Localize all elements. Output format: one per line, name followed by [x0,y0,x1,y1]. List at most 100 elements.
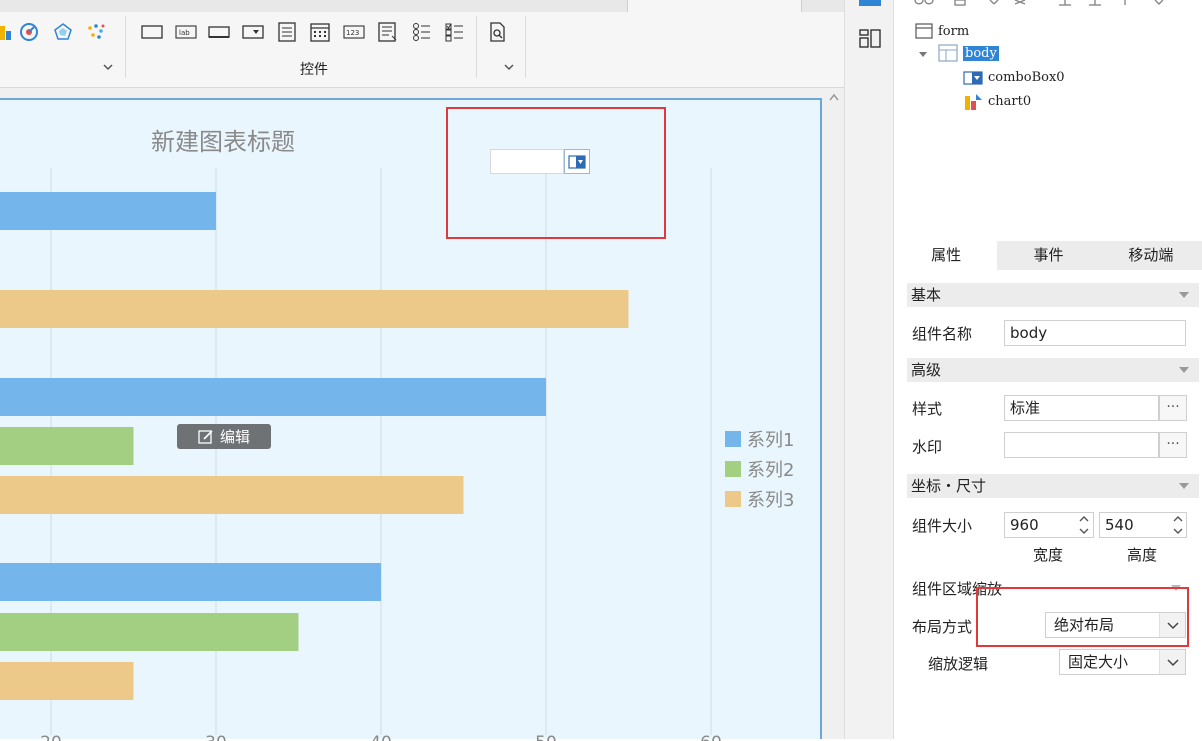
widget-toolbar: lab 123 控件 [0,0,844,88]
size-label: 组件大小 [912,517,973,535]
chevron-down-icon [1179,483,1189,489]
widget-tree-panel: form body comboBox0 chart0 [895,0,1202,241]
chart-group-expand-icon[interactable] [101,60,115,74]
scroll-up-icon[interactable] [828,92,840,102]
x-tick-label: 30 [205,733,227,741]
form-icon [915,23,933,39]
height-stepper-icon[interactable] [1169,513,1187,539]
dropdown-control-icon[interactable] [241,20,265,44]
toolbar-divider [125,16,126,78]
legend-item-series3[interactable]: 系列3 [725,486,794,512]
bar-2-cat-3[interactable] [0,613,299,651]
width-stepper-icon[interactable] [1075,513,1093,539]
x-tick-label: 60 [700,733,722,741]
bar-3-cat-1[interactable] [0,290,629,328]
tab-fragment[interactable] [627,0,802,12]
tree-toolbar-icons[interactable] [895,0,1202,8]
x-tick-label: 20 [40,733,62,741]
chart-widget-icon [965,94,982,110]
bar-chart-icon[interactable] [0,20,14,44]
bar-chart[interactable]: 20 30 40 50 60 新建图表标题 [0,100,822,741]
scatter-chart-icon[interactable] [84,20,108,44]
layout-panel-icon[interactable] [859,28,881,50]
legend-item-series2[interactable]: 系列2 [725,456,794,482]
chevron-down-icon [1179,367,1189,373]
tree-node-label-selected: body [963,45,999,61]
x-tick-label: 40 [370,733,392,741]
scale-logic-label: 缩放逻辑 [928,655,989,673]
edit-chart-button[interactable]: 编辑 [177,424,271,449]
legend-label: 系列3 [747,490,795,511]
bar-1-cat-3[interactable] [0,563,381,601]
active-tool-indicator[interactable] [859,0,881,6]
svg-text:123: 123 [346,29,359,37]
watermark-input[interactable] [1004,432,1159,458]
property-tabs: 属性 事件 移动端 [895,241,1202,270]
bar-1-cat-2[interactable] [0,378,546,416]
legend-label: 系列1 [747,430,795,451]
button-control-icon[interactable] [140,20,164,44]
gauge-chart-icon[interactable] [17,20,41,44]
legend-swatch [725,431,741,447]
side-tool-strip [844,0,894,739]
list-control-icon[interactable] [275,20,299,44]
section-advanced[interactable]: 高级 [907,358,1199,382]
watermark-more-button[interactable]: ··· [1159,432,1187,458]
style-input[interactable]: 标准 [1004,395,1159,421]
tree-node-chart[interactable]: chart0 [963,92,1031,110]
scale-logic-select[interactable]: 固定大小 [1059,649,1186,675]
width-caption: 宽度 [1033,546,1064,564]
scale-select-arrow[interactable] [1159,650,1185,674]
style-label: 样式 [912,400,943,418]
controls-group-label: 控件 [300,62,328,78]
controls-group-expand-icon[interactable] [502,60,516,74]
style-more-button[interactable]: ··· [1159,395,1187,421]
radio-group-control-icon[interactable] [410,20,434,44]
edit-icon [198,429,213,444]
legend-item-series1[interactable]: 系列1 [725,426,794,452]
chart-x-ticks: 20 30 40 50 60 [40,733,722,741]
tree-node-label: chart0 [988,93,1032,109]
label-control-icon[interactable]: lab [174,20,198,44]
legend-swatch [725,461,741,477]
scale-select-value: 固定大小 [1068,653,1129,671]
date-control-icon[interactable] [308,20,332,44]
bar-3-cat-3[interactable] [0,662,134,700]
section-coord-title: 坐标・尺寸 [911,477,987,495]
search-query-icon[interactable] [486,20,510,44]
chevron-down-icon [1179,292,1189,298]
tab-mobile[interactable]: 移动端 [1100,241,1202,270]
bar-2-cat-2[interactable] [0,427,134,465]
checkbox-group-control-icon[interactable] [443,20,467,44]
component-name-input[interactable]: body [1004,320,1186,346]
radar-chart-icon[interactable] [51,20,75,44]
tab-attributes[interactable]: 属性 [895,241,998,270]
text-field-control-icon[interactable] [207,20,231,44]
highlight-combobox-box [446,107,666,239]
tree-node-form[interactable]: form [915,23,969,39]
tab-events[interactable]: 事件 [997,241,1099,270]
tree-node-combobox[interactable]: comboBox0 [963,70,1065,85]
watermark-label: 水印 [912,438,943,456]
legend-label: 系列2 [747,460,795,481]
section-basic[interactable]: 基本 [907,283,1199,307]
highlight-layout-box [976,587,1189,647]
textarea-control-icon[interactable] [376,20,400,44]
bar-1-cat-1[interactable] [0,192,216,230]
toolbar-top-strip [0,0,844,12]
svg-text:lab: lab [179,29,190,37]
tree-node-label: form [938,23,970,39]
chevron-down-icon [1167,659,1179,667]
tree-collapse-icon[interactable] [918,50,928,60]
layout-label: 布局方式 [912,618,973,636]
toolbar-divider [525,16,526,78]
section-coord-size[interactable]: 坐标・尺寸 [907,474,1199,498]
legend-swatch [725,491,741,507]
body-canvas[interactable]: 20 30 40 50 60 新建图表标题 编辑 系列1 系列2 系列3 [0,98,822,741]
tree-node-label: comboBox0 [988,70,1065,85]
chart-bars [0,192,629,700]
number-control-icon[interactable]: 123 [342,20,366,44]
tree-node-body[interactable]: body [938,44,999,62]
bar-3-cat-2[interactable] [0,476,464,514]
vertical-scrollbar[interactable] [823,88,844,739]
